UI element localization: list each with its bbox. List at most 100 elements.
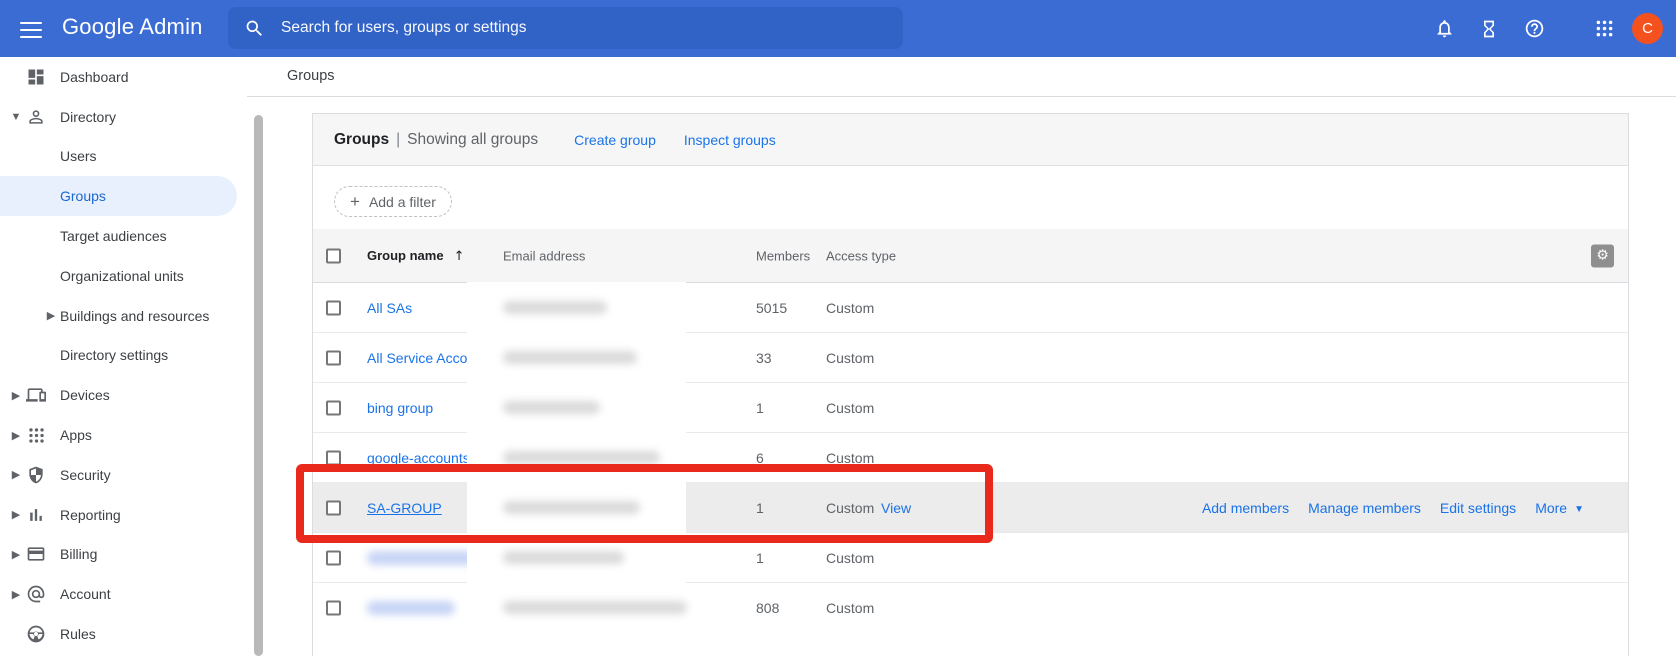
notifications-icon[interactable] [1432, 17, 1456, 41]
chevron-right-icon[interactable]: ▶ [9, 429, 23, 442]
google-admin-screen: Google Admin C Dashboard [0, 0, 1676, 656]
card-subtitle: Showing all groups [407, 131, 538, 149]
chevron-right-icon[interactable]: ▶ [9, 588, 23, 601]
manage-columns-gear-icon[interactable]: ⚙ [1591, 244, 1614, 267]
devices-icon [25, 384, 47, 406]
group-name-link[interactable]: All SAs [367, 300, 412, 316]
sidebar-item-devices[interactable]: ▶ Devices [0, 375, 247, 415]
view-access-link[interactable]: View [881, 500, 911, 516]
row-checkbox[interactable] [326, 400, 341, 415]
row-hover-actions: Add members Manage members Edit settings… [1202, 483, 1584, 532]
sidebar-item-directory-settings[interactable]: Directory settings [0, 336, 247, 376]
sidebar-nav: Dashboard ▼ Directory Users Groups Targe… [0, 57, 247, 656]
sidebar-item-buildings-and-resources[interactable]: ▶ Buildings and resources [0, 296, 247, 336]
card-header: Groups | Showing all groups Create group… [313, 114, 1628, 166]
row-checkbox[interactable] [326, 601, 341, 616]
credit-card-icon [25, 543, 47, 565]
chevron-right-icon[interactable]: ▶ [9, 548, 23, 561]
table-row: 808 Custom [313, 583, 1628, 633]
chevron-right-icon[interactable]: ▶ [9, 389, 23, 402]
sidebar-item-users[interactable]: Users [0, 137, 247, 177]
select-all-checkbox[interactable] [326, 248, 341, 263]
bar-chart-icon [25, 504, 47, 526]
access-type: Custom [826, 300, 874, 316]
pending-tasks-icon[interactable] [1477, 17, 1501, 41]
add-members-link[interactable]: Add members [1202, 500, 1289, 516]
menu-icon[interactable] [20, 17, 42, 39]
edit-settings-link[interactable]: Edit settings [1440, 500, 1516, 516]
app-title: Google Admin [62, 14, 203, 40]
table-row: google-accounts 6 Custom [313, 433, 1628, 483]
inspect-groups-link[interactable]: Inspect groups [684, 132, 776, 148]
sidebar-item-account[interactable]: ▶ Account [0, 574, 247, 614]
blurred-group-name [367, 601, 455, 615]
top-app-bar: Google Admin C [0, 0, 1676, 57]
members-count: 1 [756, 500, 764, 516]
search-input[interactable] [281, 19, 903, 37]
sidebar-item-billing[interactable]: ▶ Billing [0, 535, 247, 575]
plus-icon: + [350, 192, 360, 212]
sidebar-item-directory[interactable]: ▼ Directory [0, 97, 247, 137]
card-title: Groups [334, 131, 389, 149]
manage-members-link[interactable]: Manage members [1308, 500, 1421, 516]
create-group-link[interactable]: Create group [574, 132, 656, 148]
sidebar-item-organizational-units[interactable]: Organizational units [0, 256, 247, 296]
column-header-members[interactable]: Members [756, 248, 810, 263]
access-type: Custom [826, 350, 874, 366]
sidebar-item-target-audiences[interactable]: Target audiences [0, 216, 247, 256]
sidebar-item-groups[interactable]: Groups [0, 176, 237, 216]
row-checkbox[interactable] [326, 300, 341, 315]
sidebar-item-reporting[interactable]: ▶ Reporting [0, 495, 247, 535]
members-count: 33 [756, 350, 772, 366]
person-icon [25, 106, 47, 128]
search-icon [244, 18, 265, 39]
table-row: All SAs 5015 Custom [313, 283, 1628, 333]
table-row-sa-group-highlighted: SA-GROUP 1 Custom View Add members Manag… [313, 483, 1628, 533]
row-checkbox[interactable] [326, 500, 341, 515]
main-content: Groups Groups | Showing all groups Creat… [247, 57, 1676, 656]
members-count: 808 [756, 600, 779, 616]
table-row: 1 Custom [313, 533, 1628, 583]
chevron-right-icon[interactable]: ▶ [44, 309, 58, 322]
column-header-email[interactable]: Email address [503, 248, 585, 263]
rules-icon [25, 623, 47, 645]
blurred-group-name [367, 551, 480, 565]
access-type: Custom [826, 450, 874, 466]
title-separator: | [396, 131, 400, 149]
add-filter-button[interactable]: + Add a filter [334, 186, 452, 217]
access-type: Custom [826, 600, 874, 616]
members-count: 6 [756, 450, 764, 466]
groups-card: Groups | Showing all groups Create group… [312, 113, 1629, 656]
access-type: Custom [826, 400, 874, 416]
sidebar-item-rules[interactable]: Rules [0, 614, 247, 654]
sort-ascending-icon[interactable]: ↑ [454, 249, 465, 264]
help-icon[interactable] [1522, 17, 1546, 41]
table-row: All Service Accounts 33 Custom [313, 333, 1628, 383]
breadcrumb-bar: Groups [247, 57, 1676, 97]
chevron-right-icon[interactable]: ▶ [9, 508, 23, 521]
row-checkbox[interactable] [326, 350, 341, 365]
search-bar[interactable] [228, 7, 903, 49]
group-name-link[interactable]: SA-GROUP [367, 500, 442, 516]
column-header-group-name[interactable]: Group name↑ [367, 248, 464, 264]
sidebar-scrollbar[interactable] [254, 115, 263, 656]
sidebar-item-apps[interactable]: ▶ Apps [0, 415, 247, 455]
chevron-down-icon[interactable]: ▼ [9, 111, 23, 123]
row-checkbox[interactable] [326, 550, 341, 565]
group-name-link[interactable]: All Service Accounts [367, 350, 494, 366]
at-sign-icon [25, 583, 47, 605]
chevron-right-icon[interactable]: ▶ [9, 468, 23, 481]
apps-grid-icon[interactable] [1592, 17, 1616, 41]
access-type: Custom [826, 550, 874, 566]
dropdown-caret-icon: ▼ [1574, 504, 1584, 515]
row-checkbox[interactable] [326, 450, 341, 465]
sidebar-item-dashboard[interactable]: Dashboard [0, 57, 247, 97]
group-name-link[interactable]: bing group [367, 400, 433, 416]
group-name-link[interactable]: google-accounts [367, 450, 470, 466]
column-header-access-type[interactable]: Access type [826, 248, 896, 263]
more-actions-link[interactable]: More▼ [1535, 500, 1584, 516]
breadcrumb: Groups [287, 68, 335, 84]
members-count: 5015 [756, 300, 787, 316]
sidebar-item-security[interactable]: ▶ Security [0, 455, 247, 495]
account-avatar[interactable]: C [1632, 13, 1663, 44]
